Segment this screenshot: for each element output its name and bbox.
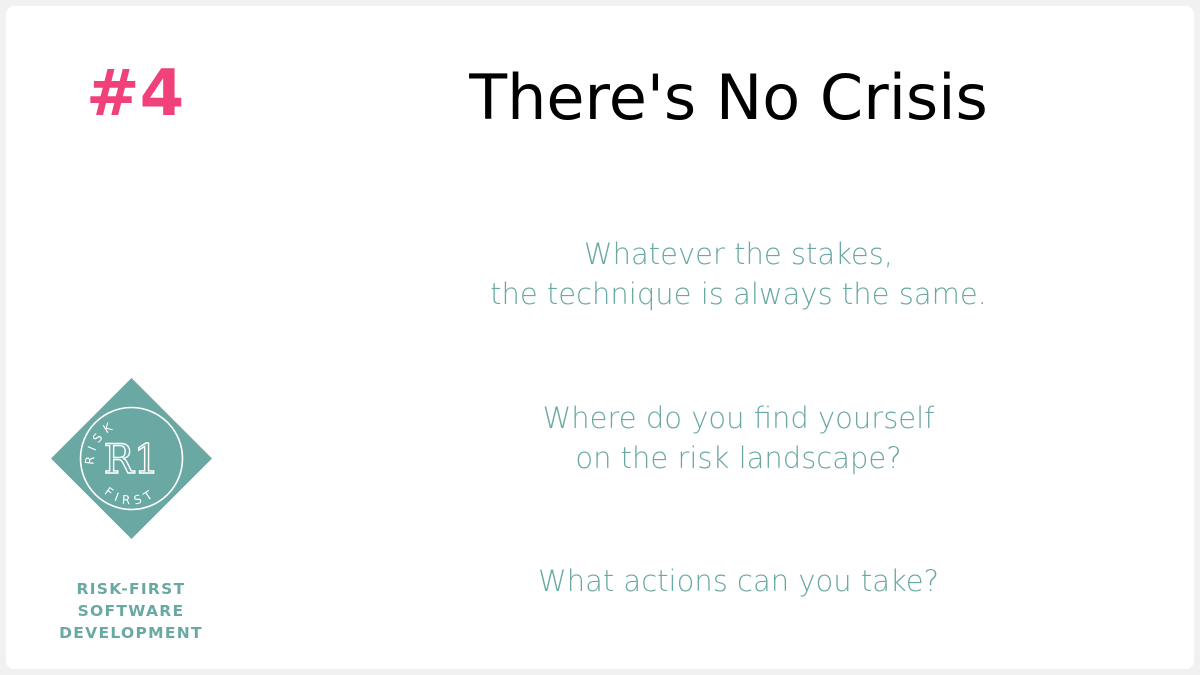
brand-line: SOFTWARE — [77, 602, 185, 620]
brand-line: RISK-FIRST — [76, 580, 186, 598]
brand-line: DEVELOPMENT — [59, 624, 203, 642]
paragraph-landscape: Where do you find yourself on the risk l… — [306, 398, 1171, 478]
paragraph-stakes: Whatever the stakes, the technique is al… — [306, 234, 1171, 314]
slide-number: #4 — [86, 57, 185, 131]
slide-card: #4 There's No Crisis Whatever the stakes… — [6, 6, 1194, 669]
risk-first-logo-icon: RISK FIRST R1 — [51, 378, 212, 539]
paragraph-line: Whatever the stakes, — [583, 237, 894, 271]
svg-text:R1: R1 — [104, 437, 160, 483]
slide-title: There's No Crisis — [469, 61, 988, 134]
paragraph-line: the technique is always the same. — [490, 277, 987, 311]
paragraph-line: What actions can you take? — [538, 564, 939, 598]
paragraph-line: Where do you find yourself — [542, 401, 935, 435]
paragraph-line: on the risk landscape? — [575, 441, 902, 475]
paragraph-actions: What actions can you take? — [306, 561, 1171, 601]
brand-text: RISK-FIRST SOFTWARE DEVELOPMENT — [40, 578, 222, 644]
